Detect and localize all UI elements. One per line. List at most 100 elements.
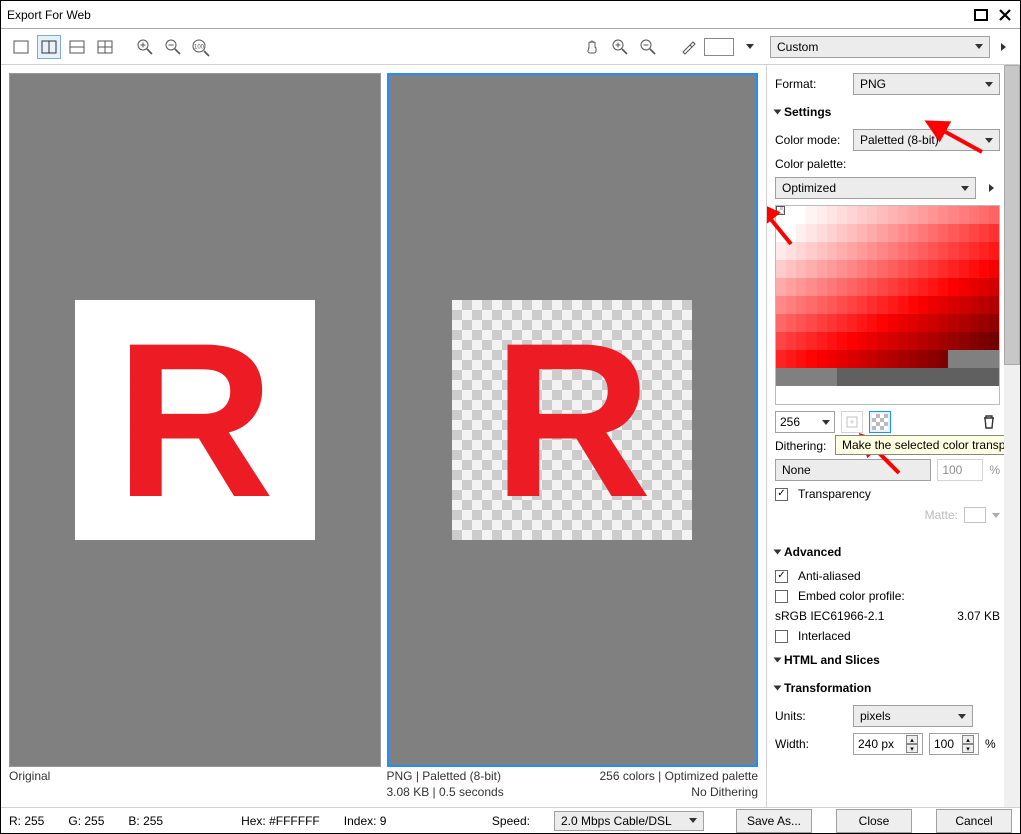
palette-swatch[interactable]	[806, 314, 816, 332]
embed-profile-checkbox[interactable]	[775, 590, 788, 603]
palette-swatch[interactable]	[908, 296, 918, 314]
palette-swatch[interactable]	[867, 242, 877, 260]
palette-swatch[interactable]	[786, 386, 796, 404]
palette-swatch[interactable]	[898, 206, 908, 224]
palette-swatch[interactable]	[888, 350, 898, 368]
palette-swatch[interactable]	[847, 296, 857, 314]
palette-swatch[interactable]	[938, 242, 948, 260]
palette-swatch[interactable]	[786, 224, 796, 242]
palette-swatch[interactable]	[908, 224, 918, 242]
palette-swatch[interactable]	[786, 332, 796, 350]
palette-swatch[interactable]	[918, 386, 928, 404]
section-transformation[interactable]: Transformation	[775, 677, 1000, 699]
palette-swatch[interactable]	[888, 260, 898, 278]
settings-scrollbar[interactable]	[1004, 65, 1020, 807]
palette-swatch[interactable]	[776, 332, 786, 350]
palette-swatch[interactable]	[989, 314, 999, 332]
palette-swatch[interactable]	[877, 314, 887, 332]
palette-swatch[interactable]	[877, 350, 887, 368]
palette-swatch[interactable]	[827, 242, 837, 260]
dithering-select[interactable]: None	[775, 459, 931, 481]
palette-swatch[interactable]	[827, 368, 837, 386]
palette-swatch[interactable]	[989, 260, 999, 278]
add-color-icon[interactable]: +	[841, 411, 863, 433]
palette-swatch[interactable]	[867, 386, 877, 404]
palette-swatch[interactable]	[959, 206, 969, 224]
palette-swatch[interactable]	[817, 386, 827, 404]
palette-swatch[interactable]	[989, 224, 999, 242]
palette-swatch[interactable]	[776, 260, 786, 278]
palette-swatch[interactable]	[847, 386, 857, 404]
palette-swatch[interactable]	[969, 206, 979, 224]
make-transparent-icon[interactable]	[869, 411, 891, 433]
palette-swatch[interactable]	[948, 296, 958, 314]
palette-swatch[interactable]	[867, 224, 877, 242]
palette-swatch[interactable]	[837, 350, 847, 368]
palette-swatch[interactable]	[867, 206, 877, 224]
palette-swatch[interactable]	[948, 332, 958, 350]
color-palette-select[interactable]: Optimized	[775, 177, 976, 199]
palette-swatch[interactable]	[806, 242, 816, 260]
palette-swatch[interactable]	[806, 386, 816, 404]
palette-swatch[interactable]	[908, 350, 918, 368]
palette-swatch[interactable]	[918, 368, 928, 386]
palette-swatch[interactable]	[928, 314, 938, 332]
palette-swatch[interactable]	[989, 278, 999, 296]
palette-swatch[interactable]	[908, 368, 918, 386]
palette-swatch[interactable]	[857, 368, 867, 386]
palette-swatch[interactable]	[908, 260, 918, 278]
palette-swatch[interactable]	[847, 314, 857, 332]
palette-swatch[interactable]	[786, 260, 796, 278]
palette-swatch[interactable]	[888, 242, 898, 260]
close-button[interactable]	[996, 8, 1014, 22]
palette-swatch[interactable]	[837, 206, 847, 224]
palette-swatch[interactable]	[938, 314, 948, 332]
palette-swatch[interactable]	[948, 368, 958, 386]
palette-swatch[interactable]	[928, 242, 938, 260]
color-mode-select[interactable]: Paletted (8-bit)	[853, 129, 1000, 151]
palette-swatch[interactable]	[959, 278, 969, 296]
palette-swatch[interactable]	[979, 350, 989, 368]
palette-swatch[interactable]	[867, 314, 877, 332]
palette-swatch[interactable]	[857, 386, 867, 404]
palette-swatch[interactable]	[837, 242, 847, 260]
section-html-slices[interactable]: HTML and Slices	[775, 649, 1000, 671]
palette-swatch[interactable]	[908, 386, 918, 404]
palette-swatch[interactable]	[796, 224, 806, 242]
palette-swatch[interactable]	[898, 386, 908, 404]
palette-swatch[interactable]	[959, 314, 969, 332]
palette-swatch[interactable]	[786, 242, 796, 260]
palette-swatch[interactable]	[817, 206, 827, 224]
palette-swatch[interactable]	[796, 242, 806, 260]
palette-swatch[interactable]	[837, 296, 847, 314]
palette-swatch[interactable]	[796, 314, 806, 332]
palette-swatch[interactable]	[888, 314, 898, 332]
preset-menu-button[interactable]	[994, 36, 1012, 58]
palette-swatch[interactable]	[908, 332, 918, 350]
palette-swatch[interactable]	[786, 314, 796, 332]
palette-swatch[interactable]	[898, 224, 908, 242]
palette-swatch[interactable]	[877, 368, 887, 386]
palette-swatch[interactable]	[877, 332, 887, 350]
palette-swatch[interactable]	[969, 386, 979, 404]
palette-swatch[interactable]	[908, 278, 918, 296]
layout-single-icon[interactable]	[9, 35, 33, 59]
palette-swatch[interactable]	[817, 278, 827, 296]
palette-swatch[interactable]	[969, 350, 979, 368]
palette-swatch[interactable]	[857, 350, 867, 368]
palette-swatch[interactable]	[898, 242, 908, 260]
palette-swatch[interactable]	[806, 206, 816, 224]
palette-swatch[interactable]	[806, 296, 816, 314]
palette-swatch[interactable]	[969, 296, 979, 314]
palette-swatch[interactable]	[776, 296, 786, 314]
antialias-checkbox[interactable]	[775, 570, 788, 583]
format-select[interactable]: PNG	[853, 73, 1000, 95]
palette-swatch[interactable]	[938, 260, 948, 278]
palette-swatch[interactable]	[979, 314, 989, 332]
zoom-out-tool-icon[interactable]	[636, 35, 660, 59]
palette-swatch[interactable]	[817, 368, 827, 386]
close-button[interactable]: Close	[836, 809, 912, 833]
palette-swatch[interactable]	[989, 332, 999, 350]
width-input[interactable]: 240 px▴▾	[853, 733, 923, 755]
palette-swatch[interactable]	[979, 368, 989, 386]
